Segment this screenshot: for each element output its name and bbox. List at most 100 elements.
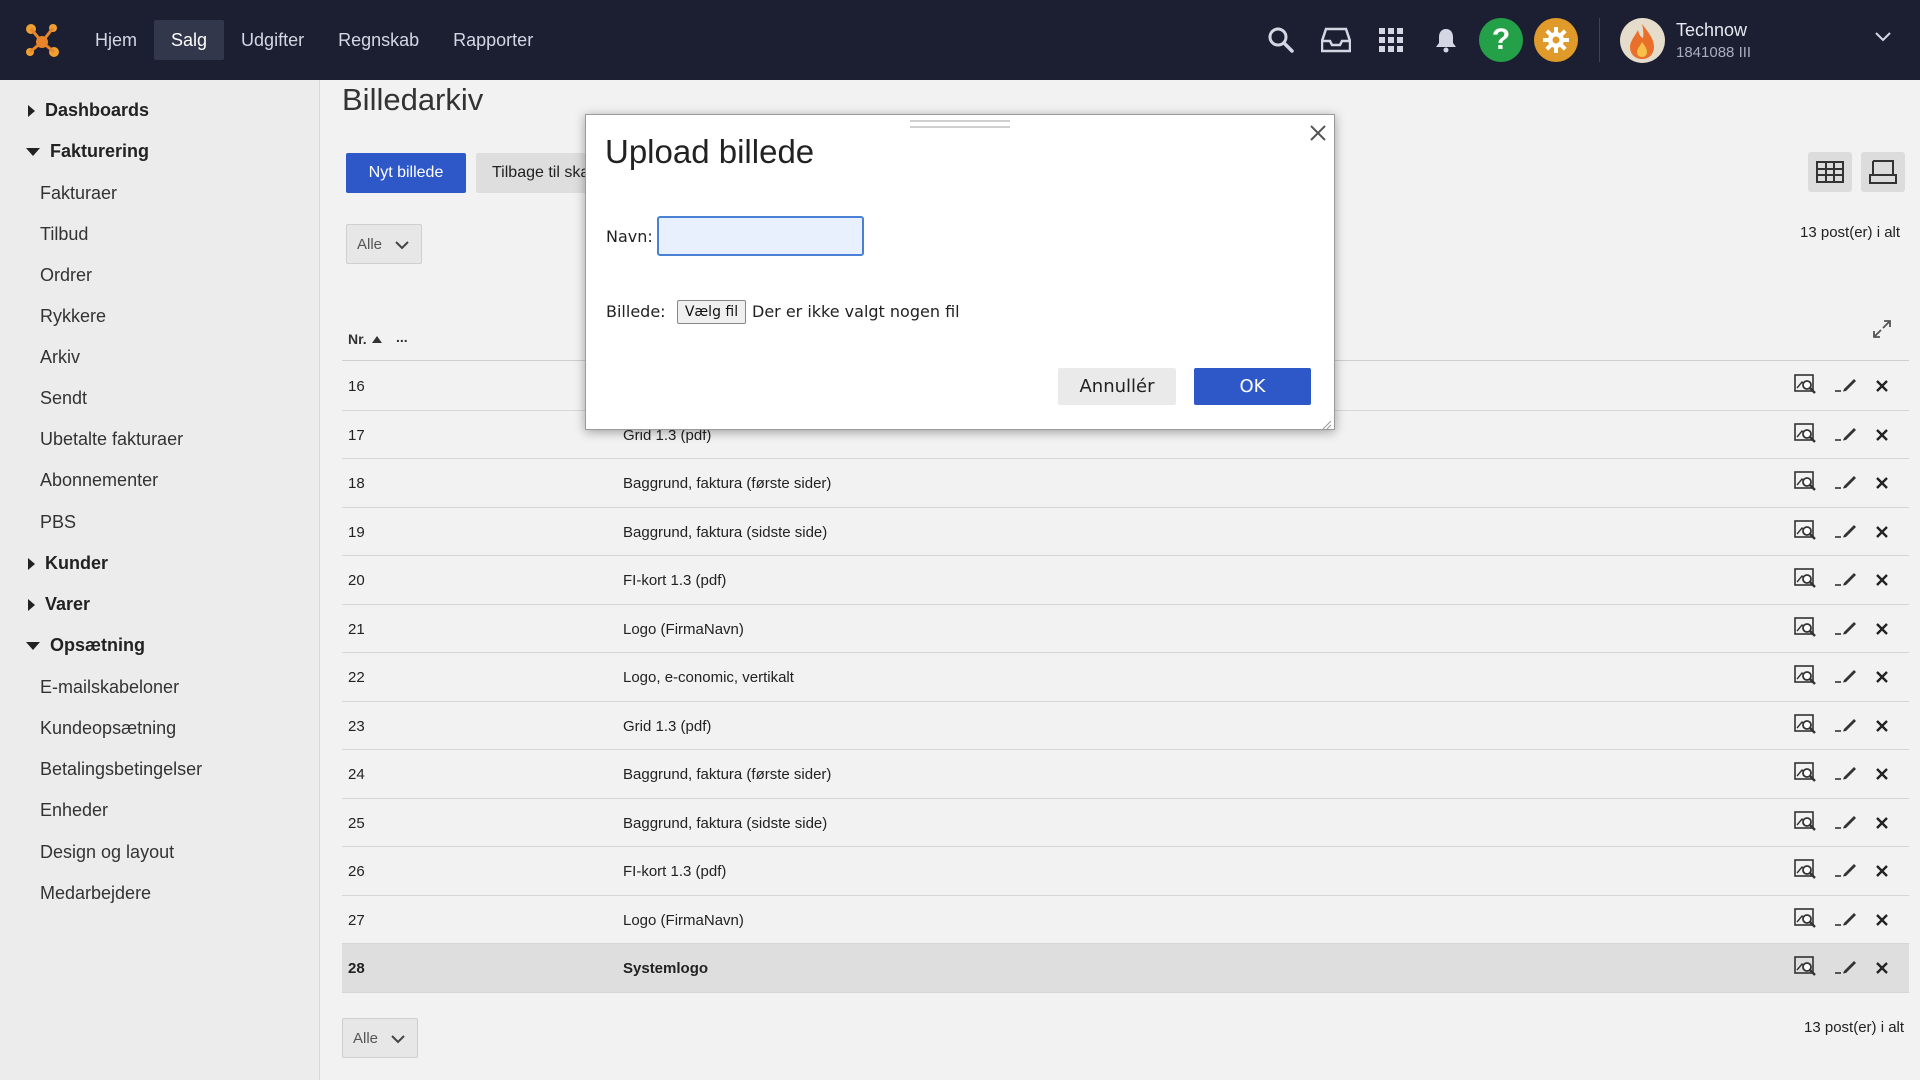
edit-icon[interactable] bbox=[1834, 813, 1858, 834]
apps-grid-icon[interactable] bbox=[1369, 18, 1413, 62]
delete-icon[interactable] bbox=[1875, 961, 1889, 980]
view-image-icon[interactable] bbox=[1794, 859, 1816, 884]
sidebar-item-abonnementer[interactable]: Abonnementer bbox=[40, 470, 158, 491]
sidebar-item-betalingsbetingelser[interactable]: Betalingsbetingelser bbox=[40, 759, 202, 780]
gear-icon[interactable] bbox=[1534, 18, 1578, 62]
sidebar-item-sendt[interactable]: Sendt bbox=[40, 388, 87, 409]
sidebar-item-ubetalte-fakturaer[interactable]: Ubetalte fakturaer bbox=[40, 429, 183, 450]
nav-item-rapporter[interactable]: Rapporter bbox=[436, 20, 550, 60]
sidebar-item-pbs[interactable]: PBS bbox=[40, 512, 76, 533]
view-image-icon[interactable] bbox=[1794, 665, 1816, 690]
sidebar-item-medarbejdere[interactable]: Medarbejdere bbox=[40, 883, 151, 904]
delete-icon[interactable] bbox=[1875, 476, 1889, 495]
expand-icon[interactable] bbox=[1872, 319, 1892, 344]
filter-select-top[interactable]: Alle bbox=[346, 224, 422, 264]
edit-icon[interactable] bbox=[1834, 958, 1858, 979]
column-header-nr[interactable]: Nr. bbox=[348, 331, 382, 347]
table-row[interactable]: 22 Logo, e-conomic, vertikalt bbox=[342, 653, 1909, 702]
delete-icon[interactable] bbox=[1875, 719, 1889, 738]
view-image-icon[interactable] bbox=[1794, 471, 1816, 496]
edit-icon[interactable] bbox=[1834, 764, 1858, 785]
delete-icon[interactable] bbox=[1875, 816, 1889, 835]
delete-icon[interactable] bbox=[1875, 767, 1889, 786]
delete-icon[interactable] bbox=[1875, 428, 1889, 447]
delete-icon[interactable] bbox=[1875, 573, 1889, 592]
view-image-icon[interactable] bbox=[1794, 810, 1816, 836]
bell-icon[interactable] bbox=[1424, 18, 1468, 62]
avatar[interactable] bbox=[1620, 18, 1665, 63]
table-row[interactable]: 19 Baggrund, faktura (sidste side) bbox=[342, 508, 1909, 556]
table-view-button[interactable] bbox=[1808, 152, 1852, 192]
app-logo-icon[interactable] bbox=[22, 20, 62, 60]
view-image-icon[interactable] bbox=[1794, 713, 1816, 739]
sidebar-group-kunder[interactable]: Kunder bbox=[26, 553, 108, 574]
column-header-more[interactable]: ... bbox=[396, 329, 408, 345]
edit-icon[interactable] bbox=[1834, 473, 1858, 494]
close-icon[interactable] bbox=[1307, 122, 1329, 144]
edit-icon[interactable] bbox=[1834, 910, 1858, 931]
delete-icon[interactable] bbox=[1875, 622, 1889, 641]
new-image-button[interactable]: Nyt billede bbox=[346, 153, 466, 193]
delete-icon[interactable] bbox=[1875, 913, 1889, 932]
delete-icon[interactable] bbox=[1875, 670, 1889, 689]
edit-icon[interactable] bbox=[1834, 376, 1858, 397]
ok-button[interactable]: OK bbox=[1194, 368, 1311, 405]
nav-item-udgifter[interactable]: Udgifter bbox=[224, 20, 321, 60]
edit-icon[interactable] bbox=[1834, 570, 1858, 591]
delete-icon[interactable] bbox=[1875, 864, 1889, 883]
view-image-icon[interactable] bbox=[1794, 374, 1816, 399]
sidebar-item-ordrer[interactable]: Ordrer bbox=[40, 265, 92, 286]
view-image-icon[interactable] bbox=[1794, 422, 1816, 448]
sidebar-item-arkiv[interactable]: Arkiv bbox=[40, 347, 80, 368]
cancel-button[interactable]: Annullér bbox=[1058, 368, 1176, 405]
choose-file-button[interactable]: Vælg fil bbox=[677, 300, 746, 324]
table-row[interactable]: 25 Baggrund, faktura (sidste side) bbox=[342, 799, 1909, 847]
back-to-templates-button[interactable]: Tilbage til skabeloner bbox=[476, 153, 592, 193]
table-row[interactable]: 18 Baggrund, faktura (første sider) bbox=[342, 459, 1909, 508]
nav-item-hjem[interactable]: Hjem bbox=[78, 20, 154, 60]
table-row[interactable]: 27 Logo (FirmaNavn) bbox=[342, 896, 1909, 944]
sidebar-item-fakturaer[interactable]: Fakturaer bbox=[40, 183, 117, 204]
sidebar-group-fakturering[interactable]: Fakturering bbox=[26, 141, 149, 162]
resize-grip-icon[interactable] bbox=[1322, 417, 1332, 430]
nav-item-salg[interactable]: Salg bbox=[154, 20, 225, 60]
view-image-icon[interactable] bbox=[1794, 907, 1816, 933]
table-row[interactable]: 20 FI-kort 1.3 (pdf) bbox=[342, 556, 1909, 605]
table-row[interactable]: 26 FI-kort 1.3 (pdf) bbox=[342, 847, 1909, 896]
view-image-icon[interactable] bbox=[1794, 519, 1816, 545]
delete-icon[interactable] bbox=[1875, 525, 1889, 544]
table-row[interactable]: 21 Logo (FirmaNavn) bbox=[342, 605, 1909, 653]
sidebar-item-kundeopsaetning[interactable]: Kundeopsætning bbox=[40, 718, 176, 739]
dialog-drag-handle[interactable] bbox=[910, 120, 1010, 128]
edit-icon[interactable] bbox=[1834, 861, 1858, 882]
sidebar-group-opsaetning[interactable]: Opsætning bbox=[26, 635, 145, 656]
delete-icon[interactable] bbox=[1875, 379, 1889, 398]
image-name-input[interactable] bbox=[657, 216, 864, 256]
filter-select-bottom[interactable]: Alle bbox=[342, 1018, 418, 1058]
export-button[interactable] bbox=[1861, 152, 1905, 192]
sidebar-item-enheder[interactable]: Enheder bbox=[40, 800, 108, 821]
table-row[interactable]: 24 Baggrund, faktura (første sider) bbox=[342, 750, 1909, 799]
edit-icon[interactable] bbox=[1834, 522, 1858, 543]
view-image-icon[interactable] bbox=[1794, 956, 1816, 981]
user-name[interactable]: Technow bbox=[1676, 20, 1747, 41]
user-account-number[interactable]: 1841088 III bbox=[1676, 44, 1751, 61]
table-row[interactable]: 28 Systemlogo bbox=[342, 944, 1909, 993]
chevron-down-icon[interactable] bbox=[1874, 30, 1892, 48]
search-icon[interactable] bbox=[1259, 18, 1303, 62]
inbox-icon[interactable] bbox=[1314, 18, 1358, 62]
sidebar-item-e-mailskabeloner[interactable]: E-mailskabeloner bbox=[40, 677, 179, 698]
view-image-icon[interactable] bbox=[1794, 762, 1816, 787]
view-image-icon[interactable] bbox=[1794, 568, 1816, 593]
edit-icon[interactable] bbox=[1834, 716, 1858, 737]
nav-item-regnskab[interactable]: Regnskab bbox=[321, 20, 436, 60]
edit-icon[interactable] bbox=[1834, 425, 1858, 446]
table-row[interactable]: 23 Grid 1.3 (pdf) bbox=[342, 702, 1909, 750]
sidebar-group-varer[interactable]: Varer bbox=[26, 594, 90, 615]
sidebar-item-tilbud[interactable]: Tilbud bbox=[40, 224, 88, 245]
sidebar-group-dashboards[interactable]: Dashboards bbox=[26, 100, 149, 121]
sidebar-item-rykkere[interactable]: Rykkere bbox=[40, 306, 106, 327]
help-icon[interactable]: ? bbox=[1479, 18, 1523, 62]
view-image-icon[interactable] bbox=[1794, 616, 1816, 642]
edit-icon[interactable] bbox=[1834, 667, 1858, 688]
